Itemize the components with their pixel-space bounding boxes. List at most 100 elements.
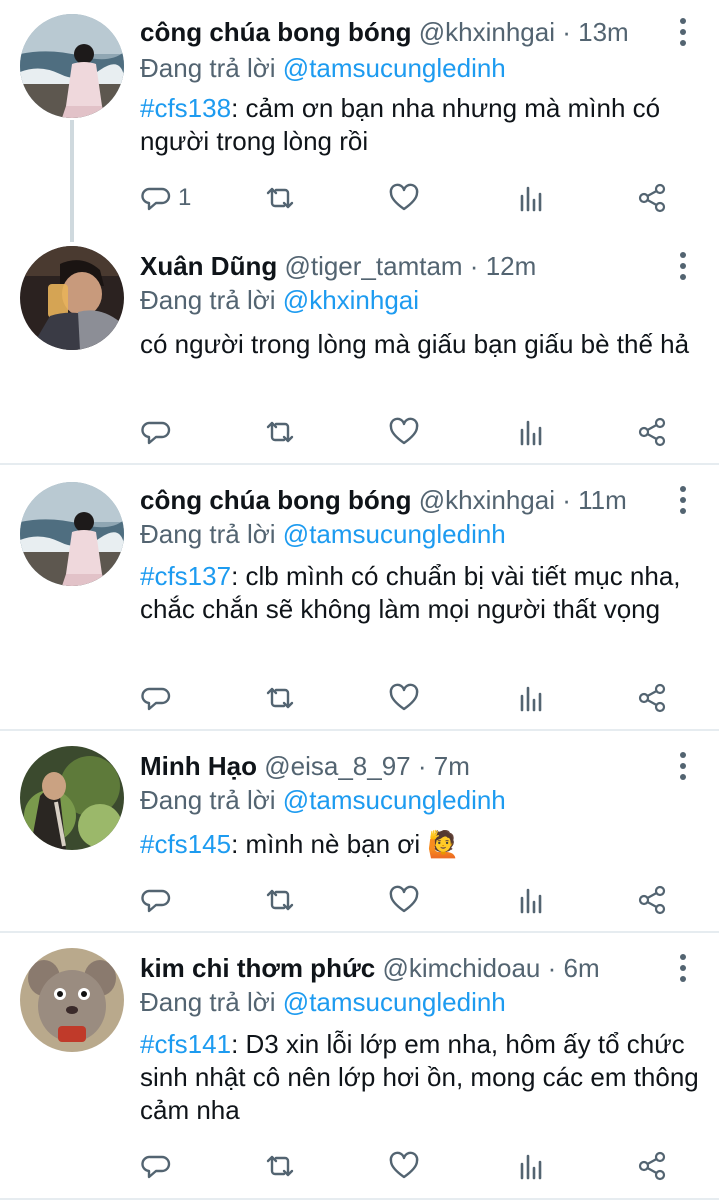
tweet[interactable]: kim chi thơm phức @kimchidoau · 6m Đang … <box>0 948 719 1194</box>
share-button[interactable] <box>636 880 668 920</box>
hashtag[interactable]: #cfs137 <box>140 561 231 591</box>
reply-count: 1 <box>178 184 192 211</box>
tweet-text: #cfs141: D3 xin lỗi lớp em nha, hôm ấy t… <box>140 1028 700 1127</box>
analytics-button[interactable] <box>514 880 546 920</box>
reply-button[interactable] <box>140 880 178 920</box>
author-name[interactable]: Minh Hạo <box>140 751 257 781</box>
analytics-icon <box>520 186 542 212</box>
tweet[interactable]: Xuân Dũng @tiger_tamtam · 12m Đang trả l… <box>0 246 719 460</box>
timestamp[interactable]: 12m <box>486 251 537 281</box>
replying-to-line: Đang trả lời @tamsucungledinh <box>140 50 506 86</box>
reply-button[interactable] <box>140 678 178 718</box>
like-button[interactable] <box>388 880 420 920</box>
retweet-button[interactable] <box>264 412 296 452</box>
share-icon <box>638 183 666 213</box>
tweet-header: kim chi thơm phức @kimchidoau · 6m <box>140 948 600 988</box>
like-button[interactable] <box>388 178 420 218</box>
share-button[interactable] <box>636 412 668 452</box>
share-button[interactable] <box>636 178 668 218</box>
replying-to-line: Đang trả lời @tamsucungledinh <box>140 984 506 1020</box>
retweet-icon <box>266 1155 294 1177</box>
tweet[interactable]: công chúa bong bóng @khxinhgai · 13m Đan… <box>0 12 719 237</box>
divider <box>0 1198 719 1200</box>
retweet-icon <box>266 187 294 209</box>
retweet-icon <box>266 687 294 709</box>
reply-icon <box>141 687 171 711</box>
tweet-text: #cfs137: clb mình có chuẩn bị vài tiết m… <box>140 560 700 626</box>
timestamp[interactable]: 11m <box>578 485 627 515</box>
author-handle[interactable]: @eisa_8_97 <box>264 751 410 781</box>
timestamp[interactable]: 6m <box>563 953 599 983</box>
like-button[interactable] <box>388 1146 420 1186</box>
retweet-icon <box>266 889 294 911</box>
replying-prefix: Đang trả lời <box>140 285 276 315</box>
replying-to-mention[interactable]: @tamsucungledinh <box>283 53 506 83</box>
author-name[interactable]: kim chi thơm phức <box>140 953 375 983</box>
reply-button[interactable] <box>140 412 178 452</box>
more-icon[interactable] <box>677 952 689 984</box>
author-handle[interactable]: @khxinhgai <box>419 485 555 515</box>
retweet-button[interactable] <box>264 678 296 718</box>
author-handle[interactable]: @tiger_tamtam <box>284 251 462 281</box>
replying-prefix: Đang trả lời <box>140 519 276 549</box>
analytics-icon <box>520 888 542 914</box>
analytics-button[interactable] <box>514 678 546 718</box>
tweet-header: Minh Hạo @eisa_8_97 · 7m <box>140 746 470 786</box>
author-name[interactable]: công chúa bong bóng <box>140 17 412 47</box>
replying-to-mention[interactable]: @khxinhgai <box>283 285 419 315</box>
share-button[interactable] <box>636 1146 668 1186</box>
timestamp[interactable]: 13m <box>578 17 629 47</box>
retweet-icon <box>266 421 294 443</box>
avatar[interactable] <box>20 746 124 850</box>
author-name[interactable]: Xuân Dũng <box>140 251 277 281</box>
replying-to-mention[interactable]: @tamsucungledinh <box>283 519 506 549</box>
author-handle[interactable]: @kimchidoau <box>382 953 540 983</box>
hashtag[interactable]: #cfs138 <box>140 93 231 123</box>
replying-to-line: Đang trả lời @tamsucungledinh <box>140 782 506 818</box>
avatar[interactable] <box>20 14 124 118</box>
analytics-button[interactable] <box>514 412 546 452</box>
reply-button[interactable]: 1 <box>140 178 191 218</box>
separator: · <box>462 251 486 281</box>
divider <box>0 931 719 933</box>
like-button[interactable] <box>388 678 420 718</box>
author-handle[interactable]: @khxinhgai <box>419 17 555 47</box>
avatar[interactable] <box>20 948 124 1052</box>
analytics-button[interactable] <box>514 178 546 218</box>
separator: · <box>555 17 579 47</box>
tweet[interactable]: Minh Hạo @eisa_8_97 · 7m Đang trả lời @t… <box>0 746 719 926</box>
timestamp[interactable]: 7m <box>434 751 470 781</box>
avatar[interactable] <box>20 482 124 586</box>
tweet-body-text: có người trong lòng mà giấu bạn giấu bè … <box>140 329 690 359</box>
tweet-actions <box>140 880 700 920</box>
reply-icon <box>141 1155 171 1179</box>
share-icon <box>638 885 666 915</box>
replying-prefix: Đang trả lời <box>140 53 276 83</box>
analytics-icon <box>520 1154 542 1180</box>
tweet-text: #cfs138: cảm ơn bạn nha nhưng mà mình có… <box>140 92 700 158</box>
share-icon <box>638 683 666 713</box>
avatar[interactable] <box>20 246 124 350</box>
reply-button[interactable] <box>140 1146 178 1186</box>
more-icon[interactable] <box>677 750 689 782</box>
retweet-button[interactable] <box>264 1146 296 1186</box>
like-icon <box>389 1151 419 1179</box>
separator: · <box>410 751 434 781</box>
hashtag[interactable]: #cfs145 <box>140 829 231 859</box>
like-button[interactable] <box>388 412 420 452</box>
author-name[interactable]: công chúa bong bóng <box>140 485 412 515</box>
replying-to-mention[interactable]: @tamsucungledinh <box>283 987 506 1017</box>
more-icon[interactable] <box>677 250 689 282</box>
like-icon <box>389 885 419 913</box>
replying-to-mention[interactable]: @tamsucungledinh <box>283 785 506 815</box>
analytics-button[interactable] <box>514 1146 546 1186</box>
share-button[interactable] <box>636 678 668 718</box>
more-icon[interactable] <box>677 16 689 48</box>
retweet-button[interactable] <box>264 880 296 920</box>
more-icon[interactable] <box>677 484 689 516</box>
retweet-button[interactable] <box>264 178 296 218</box>
tweet-actions: 1 <box>140 178 700 218</box>
tweet[interactable]: công chúa bong bóng @khxinhgai · 11m Đan… <box>0 480 719 726</box>
hashtag[interactable]: #cfs141 <box>140 1029 231 1059</box>
reply-icon <box>141 187 171 211</box>
